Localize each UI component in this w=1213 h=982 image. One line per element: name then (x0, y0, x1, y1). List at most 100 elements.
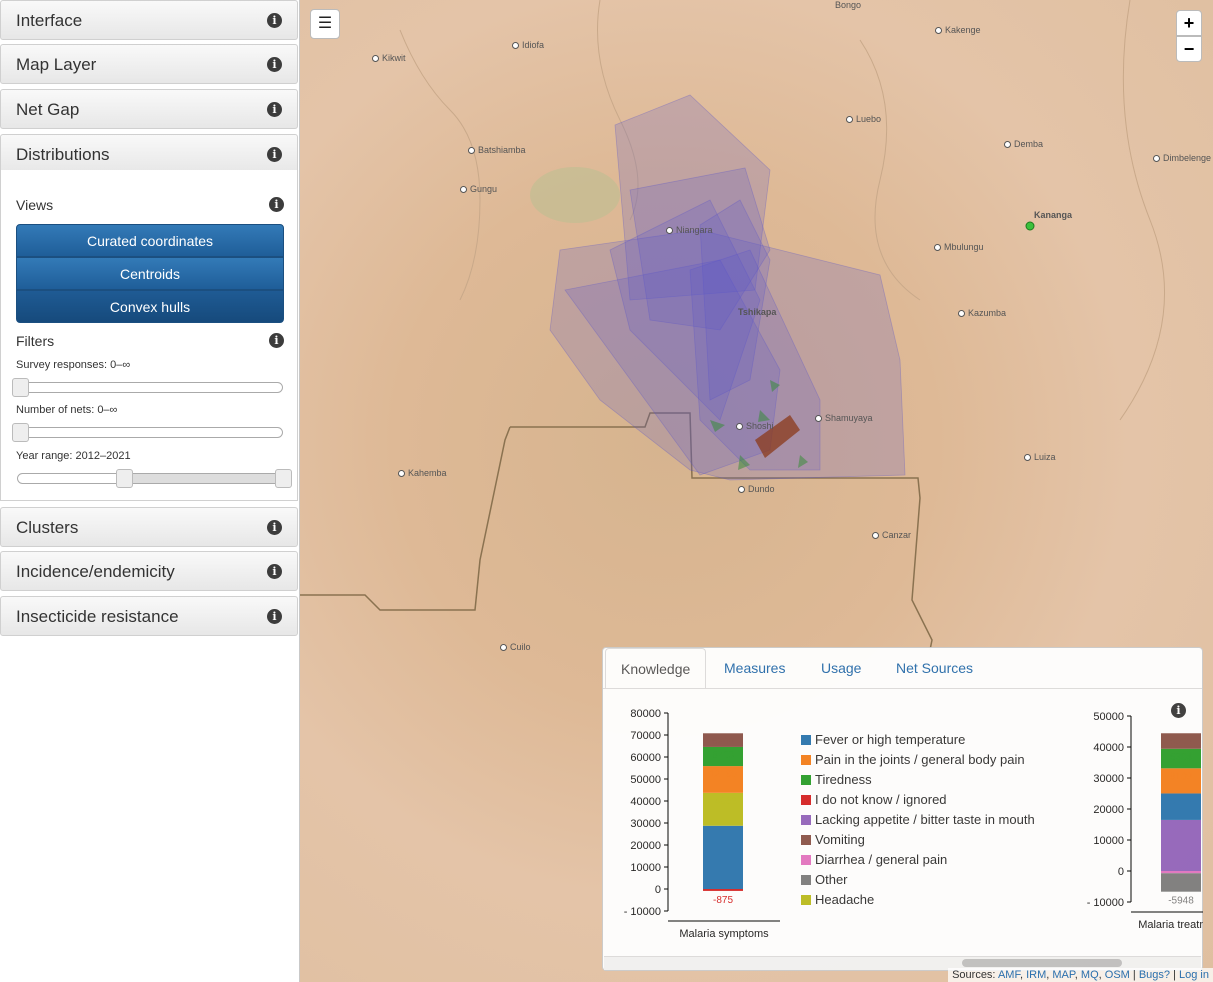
info-icon[interactable]: i (267, 520, 282, 535)
legend-item: Other (801, 872, 848, 887)
section-distributions[interactable]: Distributions i (0, 134, 298, 174)
scrollbar-thumb[interactable] (962, 959, 1122, 967)
town-label: Luiza (1024, 452, 1056, 462)
data-label: 8542 (1170, 796, 1193, 807)
source-link[interactable]: OSM (1105, 969, 1130, 981)
country-border (300, 426, 511, 611)
legend-item: Vomiting (801, 832, 865, 847)
bar-segment (1161, 819, 1201, 871)
y-tick-label: 40000 (1093, 742, 1124, 754)
bar-segment (703, 825, 743, 889)
legend-swatch (801, 735, 811, 745)
y-tick-label: 70000 (630, 730, 661, 742)
tab-net-sources[interactable]: Net Sources (881, 648, 988, 689)
legend-label: Fever or high temperature (815, 732, 966, 747)
chart-info-icon[interactable]: i (1171, 703, 1186, 718)
kananga-marker (1025, 221, 1035, 231)
slider-handle[interactable] (12, 378, 29, 397)
info-icon[interactable]: i (267, 102, 282, 117)
x-tick-label: Malaria treatment (1138, 919, 1203, 931)
layers-menu-icon[interactable]: ☰ (310, 9, 340, 39)
centroids-button[interactable]: Centroids (16, 257, 284, 290)
source-link[interactable]: MAP (1052, 969, 1074, 981)
bar-segment (703, 889, 743, 891)
town-label: Idiofa (512, 40, 544, 50)
town-label: Kahemba (398, 468, 447, 478)
curated-coordinates-button[interactable]: Curated coordinates (16, 224, 284, 257)
bugs-link[interactable]: Bugs? (1139, 969, 1170, 981)
river (859, 39, 921, 301)
attribution: Sources: AMF, IRM, MAP, MQ, OSM | Bugs? … (948, 968, 1213, 982)
legend-swatch (801, 795, 811, 805)
number-of-nets-label: Number of nets: 0–∞ (16, 404, 118, 416)
legend-swatch (801, 855, 811, 865)
tab-divider (603, 688, 1202, 689)
slider-handle[interactable] (12, 423, 29, 442)
info-icon[interactable]: i (267, 564, 282, 579)
section-label: Map Layer (16, 55, 97, 74)
y-tick-label: - 10000 (1087, 897, 1124, 909)
legend-label: Pain in the joints / general body pain (815, 752, 1025, 767)
town-label: Luebo (846, 114, 881, 124)
legend-label: Diarrhea / general pain (815, 852, 948, 867)
y-tick-label: 30000 (630, 818, 661, 830)
data-label: 8109 (1170, 771, 1193, 782)
source-link[interactable]: MQ (1081, 969, 1099, 981)
legend-item: Tiredness (801, 772, 872, 787)
section-net-gap[interactable]: Net Gap i (0, 89, 298, 129)
year-start-handle[interactable] (116, 469, 134, 488)
source-link[interactable]: AMF (998, 969, 1020, 981)
convex-hulls-button[interactable]: Convex hulls (16, 290, 284, 323)
filters-label: Filters (16, 333, 55, 349)
legend-item: Lacking appetite / bitter taste in mouth (801, 812, 1035, 827)
town-label: Niangara (666, 225, 713, 235)
info-icon[interactable]: i (267, 13, 282, 28)
section-insecticide-resistance[interactable]: Insecticide resistance i (0, 596, 298, 636)
year-end-handle[interactable] (275, 469, 292, 488)
section-label: Clusters (16, 518, 79, 537)
river (1119, 0, 1165, 421)
info-icon[interactable]: i (267, 147, 282, 162)
attribution-prefix: Sources: (952, 969, 996, 981)
section-label: Net Gap (16, 100, 80, 119)
info-icon[interactable]: i (267, 57, 282, 72)
number-of-nets-slider[interactable] (12, 423, 283, 442)
section-interface[interactable]: Interface i (0, 0, 298, 40)
section-incidence-endemicity[interactable]: Incidence/endemicity i (0, 551, 298, 591)
malaria-symptoms-chart: - 10000 0 10000 20000 30000 40000 50000 60000 70… (624, 708, 780, 940)
tab-measures[interactable]: Measures (709, 648, 800, 689)
river (399, 29, 481, 301)
bar-segment (1161, 873, 1201, 892)
data-label: 14963 (709, 796, 737, 807)
section-label: Insecticide resistance (16, 607, 179, 626)
section-clusters[interactable]: Clusters i (0, 507, 298, 547)
year-range-slider[interactable] (17, 469, 292, 488)
town-label: Cuilo (500, 642, 531, 652)
data-label: 5003 (1170, 736, 1193, 747)
login-link[interactable]: Log in (1179, 969, 1209, 981)
survey-responses-slider[interactable] (12, 378, 283, 397)
legend-label: I do not know / ignored (815, 792, 947, 807)
town-label: Shamuyaya (815, 413, 873, 423)
tab-usage[interactable]: Usage (806, 648, 876, 689)
town-label: Batshiamba (468, 145, 526, 155)
section-map-layer[interactable]: Map Layer i (0, 44, 298, 84)
legend-item: Pain in the joints / general body pain (801, 752, 1025, 767)
info-icon[interactable]: i (267, 609, 282, 624)
zoom-in-button[interactable]: + (1176, 10, 1202, 36)
data-label: 12160 (709, 769, 737, 780)
source-link[interactable]: IRM (1026, 969, 1046, 981)
y-tick-label: 60000 (630, 752, 661, 764)
filters-info-icon[interactable]: i (269, 333, 284, 348)
zoom-out-button[interactable]: − (1176, 36, 1202, 62)
legend-label: Other (815, 872, 848, 887)
views-label: Views (16, 197, 54, 213)
views-info-icon[interactable]: i (269, 197, 284, 212)
legend-label: Tiredness (815, 772, 872, 787)
legend-label: Vomiting (815, 832, 865, 847)
tab-knowledge[interactable]: Knowledge (605, 648, 707, 689)
chart-panel: Knowledge Measures Usage Net Sources - 1… (602, 647, 1203, 971)
y-tick-label: 10000 (630, 862, 661, 874)
y-tick-label: 10000 (1093, 835, 1124, 847)
town-label: Kakenge (935, 25, 981, 35)
